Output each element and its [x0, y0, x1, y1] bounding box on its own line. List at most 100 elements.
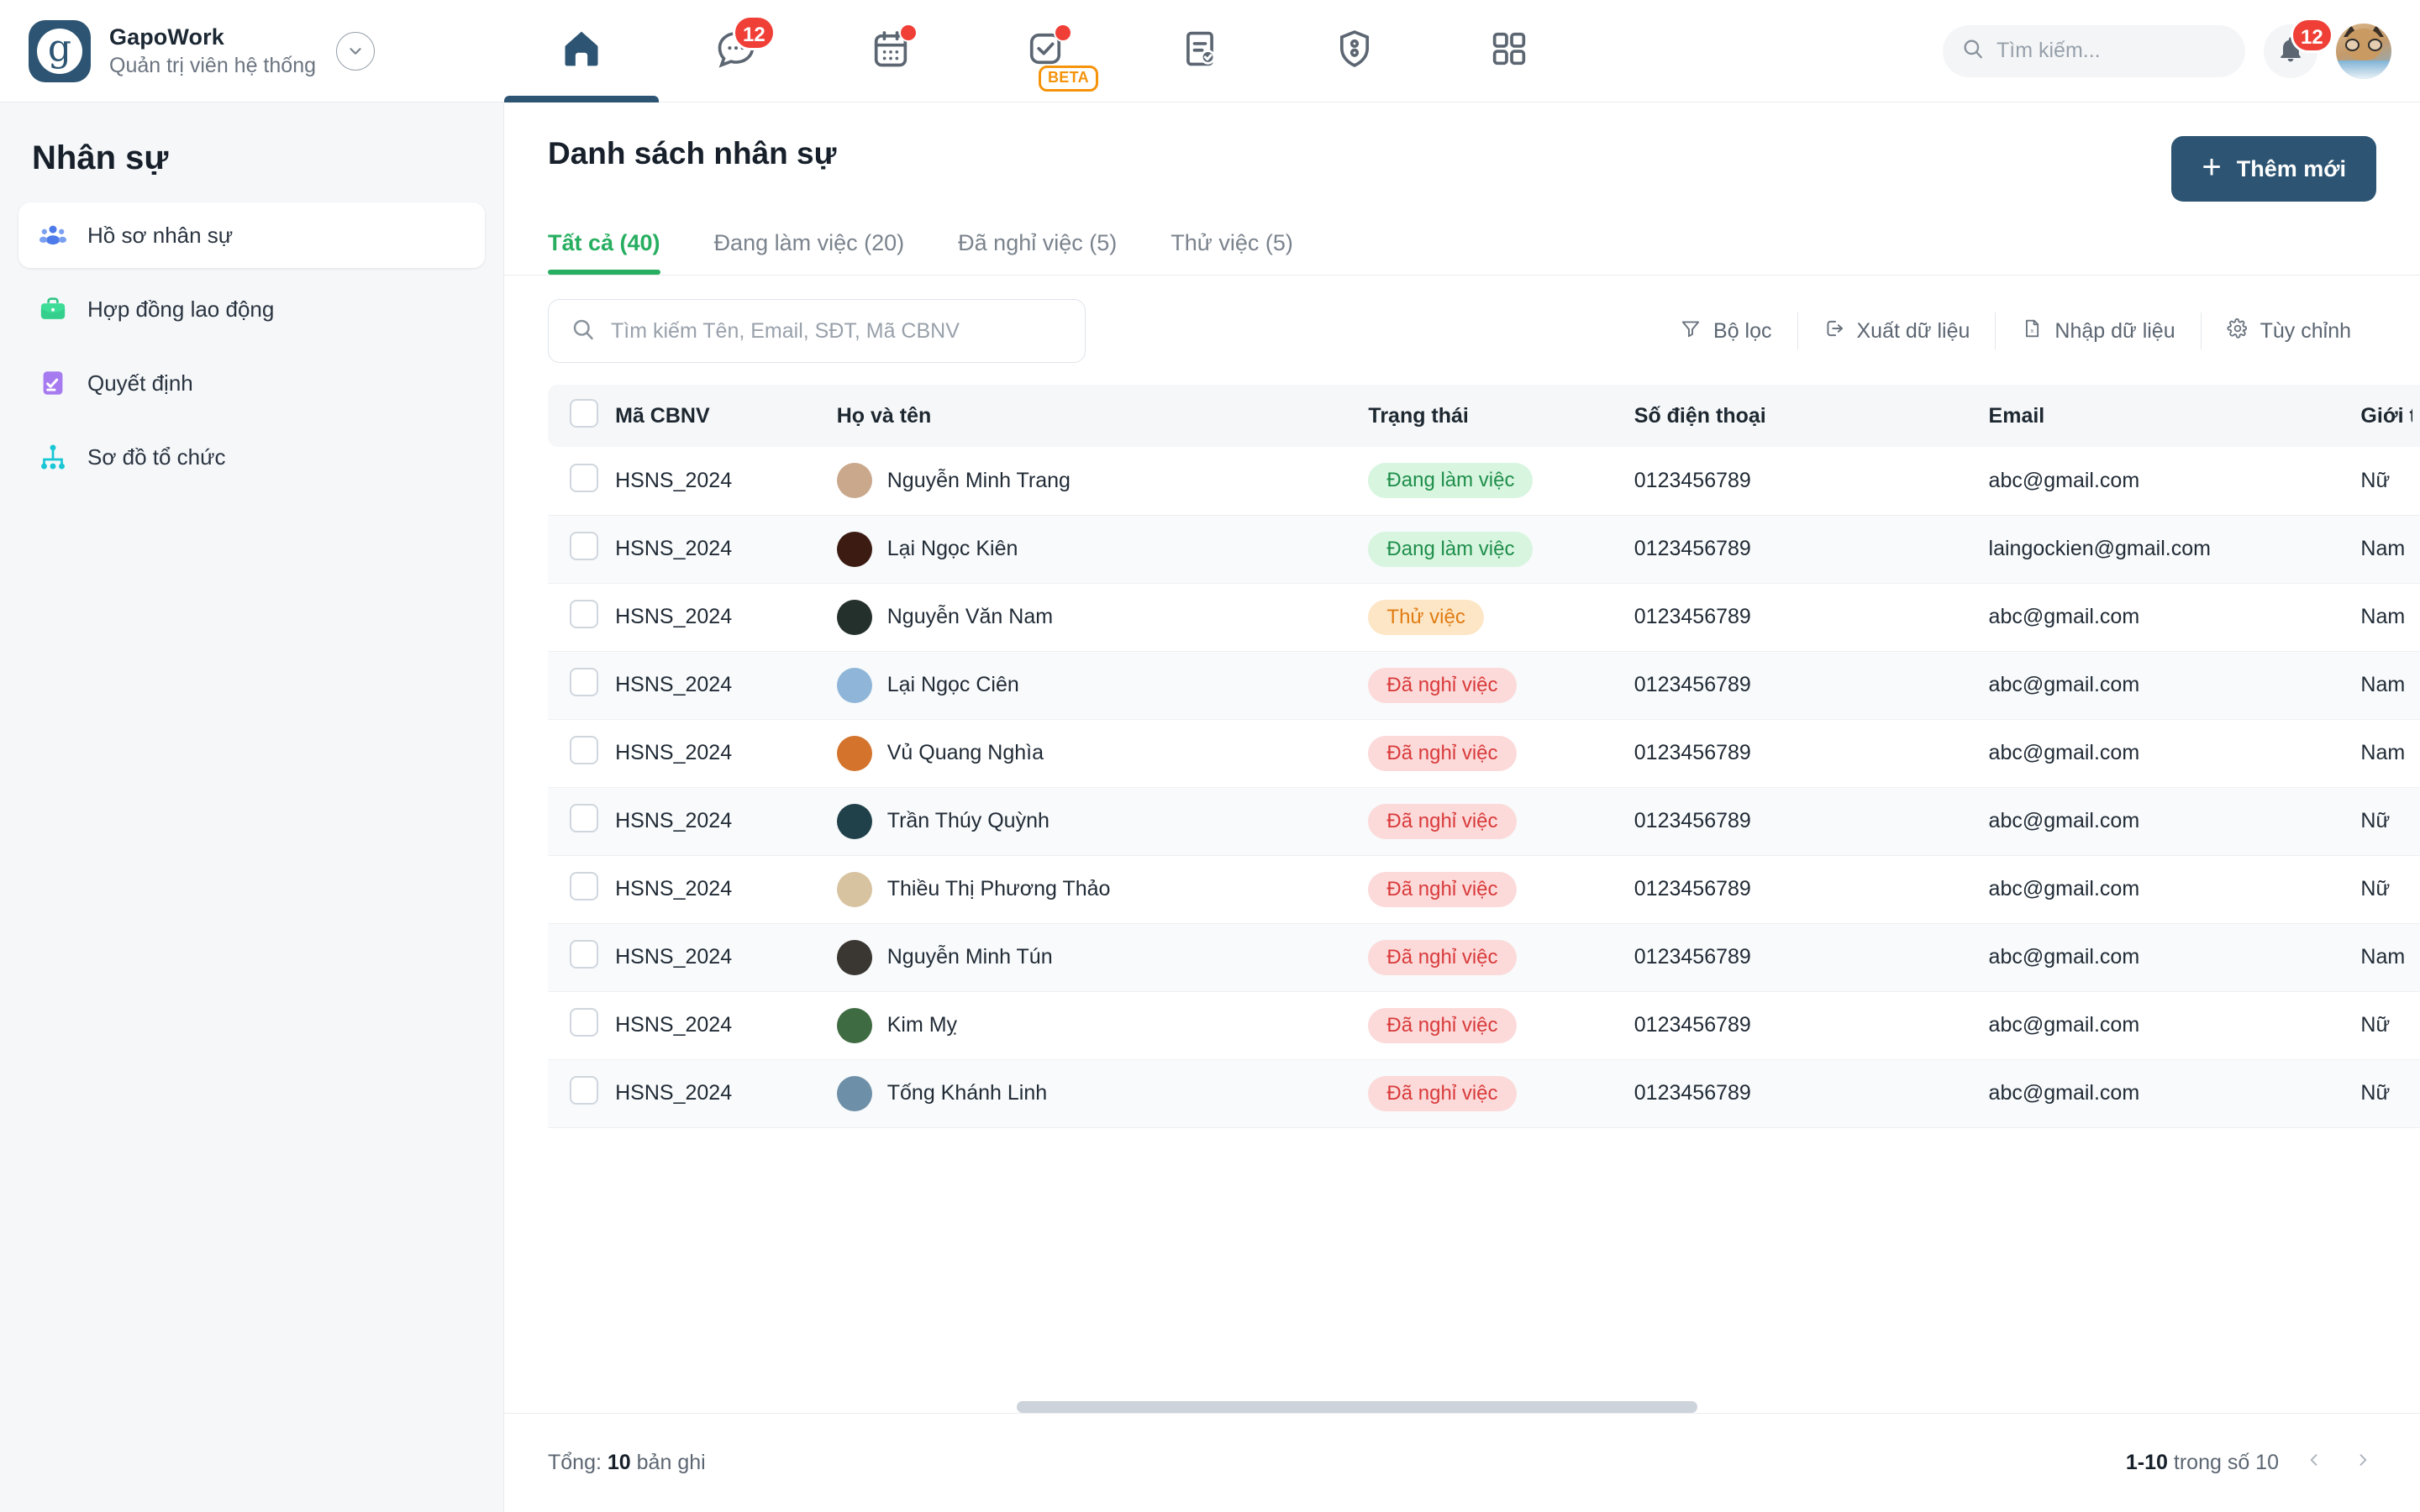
nav-apps[interactable] — [1432, 0, 1586, 102]
employee-name: Nguyễn Minh Tún — [886, 945, 1053, 969]
row-avatar — [836, 735, 872, 771]
chevron-left-icon[interactable] — [2301, 1449, 2328, 1477]
nav-chat[interactable]: 12 — [659, 0, 813, 102]
col-header-ho-va-ten[interactable]: Họ và tên — [836, 385, 1369, 447]
export-button[interactable]: Xuất dữ liệu — [1798, 312, 1996, 349]
cell-gioi-tinh: Nam — [2360, 923, 2420, 992]
row-checkbox[interactable] — [570, 463, 598, 492]
calendar-notification-dot — [899, 24, 918, 42]
notifications-button[interactable]: 12 — [2264, 17, 2333, 78]
brand-title: GapoWork — [109, 24, 224, 50]
sidebar: Nhân sự Hồ sơ nhân sự Hợp đồng lao động … — [0, 102, 504, 1512]
global-search-input[interactable] — [1996, 39, 2227, 63]
cell-trang-thai: Thử việc — [1368, 583, 1634, 652]
customize-label: Tùy chỉnh — [2260, 318, 2351, 343]
tab-dang-lam-viec[interactable]: Đang làm việc (20) — [714, 230, 905, 275]
tab-thu-viec[interactable]: Thử việc (5) — [1171, 230, 1293, 275]
select-all-checkbox[interactable] — [570, 398, 598, 428]
status-badge: Đã nghỉ việc — [1368, 939, 1517, 975]
nav-approvals[interactable] — [1123, 0, 1277, 102]
table-row[interactable]: HSNS_2024 Lại Ngọc Kiên Đang làm việc 01234… — [548, 515, 2420, 584]
sidebar-item-quyet-dinh[interactable]: Quyết định — [18, 350, 485, 416]
table-row[interactable]: HSNS_2024 Nguyễn Văn Nam Thử việc 012345678… — [548, 583, 2420, 652]
table-row[interactable]: HSNS_2024 Nguyễn Minh Tún Đã nghỉ việc 0123… — [548, 923, 2420, 992]
row-checkbox[interactable] — [570, 668, 598, 696]
row-checkbox[interactable] — [570, 940, 598, 969]
row-checkbox[interactable] — [570, 532, 598, 560]
row-checkbox[interactable] — [570, 600, 598, 628]
nav-calendar[interactable] — [813, 0, 968, 102]
sidebar-item-label: Sơ đồ tổ chức — [87, 444, 226, 470]
tab-tat-ca[interactable]: Tất cả (40) — [548, 230, 660, 275]
row-checkbox[interactable] — [570, 804, 598, 832]
avatar-detail — [2336, 60, 2391, 79]
cell-ma-cbnv: HSNS_2024 — [615, 583, 837, 652]
row-checkbox[interactable] — [570, 1076, 598, 1105]
row-select-cell — [548, 583, 616, 652]
row-checkbox[interactable] — [570, 1008, 598, 1037]
sidebar-item-so-do-to-chuc[interactable]: Sơ đồ tổ chức — [18, 424, 485, 490]
sidebar-item-hop-dong-lao-dong[interactable]: Hợp đồng lao động — [18, 276, 485, 342]
table-head: Mã CBNV Họ và tên Trạng thái Số điện tho… — [548, 385, 2420, 447]
cell-ho-va-ten: Tống Khánh Linh — [836, 1059, 1369, 1128]
table-container: Mã CBNV Họ và tên Trạng thái Số điện tho… — [504, 363, 2420, 1128]
employee-name: Vủ Quang Nghìa — [886, 741, 1044, 764]
table-search-input[interactable] — [611, 318, 1063, 344]
chevron-down-icon[interactable] — [336, 31, 375, 71]
col-header-email[interactable]: Email — [1988, 385, 2361, 447]
employee-name: Nguyễn Minh Trang — [886, 468, 1071, 492]
sidebar-item-ho-so-nhan-su[interactable]: Hồ sơ nhân sự — [18, 202, 485, 268]
col-header-ma-cbnv[interactable]: Mã CBNV — [615, 385, 837, 447]
nav-tasks[interactable]: BETA — [968, 0, 1123, 102]
table-row[interactable]: HSNS_2024 Kim Mỵ Đã nghỉ việc 0123456789 abc… — [548, 991, 2420, 1060]
scrollbar-thumb[interactable] — [1017, 1401, 1697, 1413]
table-row[interactable]: HSNS_2024 Thiều Thị Phương Thảo Đã nghỉ vi… — [548, 855, 2420, 924]
customize-button[interactable]: Tùy chỉnh — [2202, 312, 2376, 349]
employee-table: Mã CBNV Họ và tên Trạng thái Số điện tho… — [548, 385, 2420, 1128]
header-right: 12 — [1943, 17, 2420, 79]
main-content: Danh sách nhân sự + Thêm mới Tất cả (40)… — [504, 102, 2420, 1512]
col-header-gioi-tinh[interactable]: Giới tính — [2360, 385, 2420, 447]
nav-home[interactable] — [504, 0, 659, 102]
cell-ma-cbnv: HSNS_2024 — [615, 515, 837, 584]
row-checkbox[interactable] — [570, 736, 598, 764]
cell-ho-va-ten: Nguyễn Văn Nam — [836, 583, 1369, 652]
global-search[interactable] — [1943, 24, 2245, 77]
row-checkbox[interactable] — [570, 872, 598, 900]
table-row[interactable]: HSNS_2024 Lại Ngọc Ciên Đã nghỉ việc 012345… — [548, 651, 2420, 720]
page-range-value: 1-10 — [2125, 1451, 2168, 1474]
col-header-so-dien-thoai[interactable]: Số điện thoại — [1634, 385, 1989, 447]
table-row[interactable]: HSNS_2024 Trần Thúy Quỳnh Đã nghỉ việc 0123… — [548, 787, 2420, 856]
filter-label: Bộ lọc — [1713, 318, 1772, 343]
col-header-trang-thai[interactable]: Trạng thái — [1368, 385, 1634, 447]
import-button[interactable]: x Nhập dữ liệu — [1996, 312, 2200, 349]
add-new-button[interactable]: + Thêm mới — [2171, 136, 2376, 202]
svg-text:x: x — [2031, 326, 2034, 333]
cell-ho-va-ten: Lại Ngọc Kiên — [836, 515, 1369, 584]
filter-button[interactable]: Bộ lọc — [1655, 312, 1797, 349]
tab-da-nghi-viec[interactable]: Đã nghỉ việc (5) — [958, 230, 1117, 275]
table-search[interactable] — [548, 299, 1086, 363]
cell-ma-cbnv: HSNS_2024 — [615, 923, 837, 992]
employee-name: Trần Thúy Quỳnh — [886, 809, 1050, 832]
employee-name: Thiều Thị Phương Thảo — [886, 877, 1111, 900]
top-bar: g GapoWork Quản trị viên hệ thống 12 BET… — [0, 0, 2420, 102]
cell-so-dien-thoai: 0123456789 — [1634, 1059, 1989, 1128]
chevron-right-icon[interactable] — [2349, 1449, 2376, 1477]
table-row[interactable]: HSNS_2024 Tống Khánh Linh Đã nghỉ việc 0123… — [548, 1059, 2420, 1128]
brand-area[interactable]: g GapoWork Quản trị viên hệ thống — [0, 19, 504, 82]
table-row[interactable]: HSNS_2024 Vủ Quang Nghìa Đã nghỉ việc 01234… — [548, 719, 2420, 788]
select-all-cell — [548, 385, 616, 447]
cell-gioi-tinh: Nữ — [2360, 447, 2420, 516]
cell-trang-thai: Đang làm việc — [1368, 515, 1634, 584]
gender-value: Nữ — [2360, 877, 2391, 900]
row-select-cell — [548, 447, 616, 516]
nav-profile-directory[interactable] — [1277, 0, 1432, 102]
cell-email: abc@gmail.com — [1988, 787, 2361, 856]
horizontal-scrollbar[interactable] — [1017, 1401, 2420, 1413]
employee-name: Lại Ngọc Kiên — [886, 537, 1018, 560]
briefcase-icon — [37, 293, 69, 325]
employee-name: Kim Mỵ — [886, 1013, 958, 1037]
table-row[interactable]: HSNS_2024 Nguyễn Minh Trang Đang làm việc 0… — [548, 447, 2420, 516]
avatar[interactable] — [2336, 23, 2391, 79]
